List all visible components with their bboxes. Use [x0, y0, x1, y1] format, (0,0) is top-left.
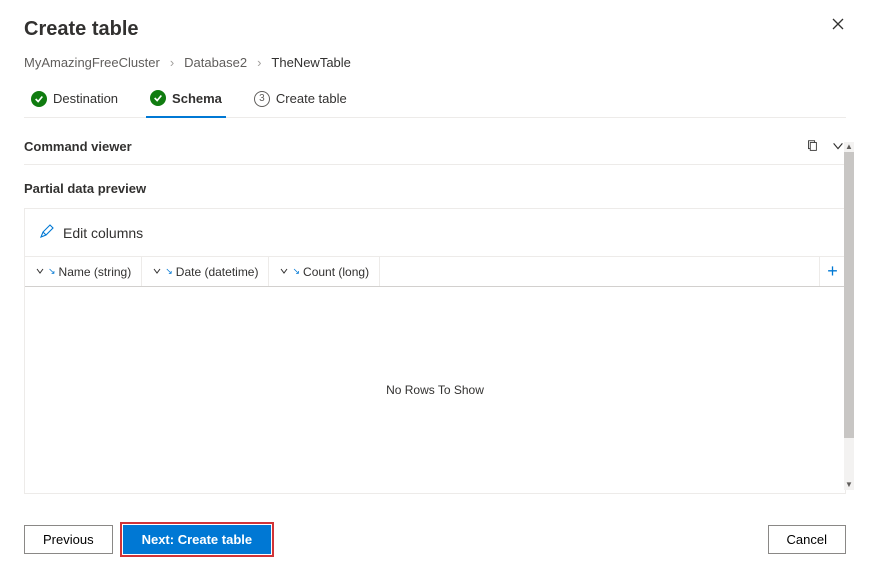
- sort-icon: ↘: [292, 266, 300, 277]
- content: Command viewer Partial data preview Edit…: [0, 124, 870, 494]
- copy-icon[interactable]: [804, 138, 820, 154]
- scroll-down-icon[interactable]: ▼: [844, 480, 854, 490]
- page-title: Create table: [24, 18, 846, 41]
- scrollbar-thumb[interactable]: [844, 152, 854, 438]
- chevron-right-icon: ›: [170, 55, 174, 70]
- grid-header: ↘ Name (string) ↘ Date (datetime) ↘ Coun…: [25, 257, 845, 287]
- command-viewer-label: Command viewer: [24, 139, 132, 154]
- command-viewer: Command viewer: [24, 124, 846, 165]
- chevron-down-icon: [152, 265, 162, 279]
- column-label: Count (long): [303, 265, 369, 279]
- column-label: Name (string): [59, 265, 132, 279]
- step-label: Create table: [276, 91, 347, 106]
- column-header[interactable]: ↘ Name (string): [25, 257, 142, 286]
- breadcrumb: MyAmazingFreeCluster › Database2 › TheNe…: [24, 55, 846, 70]
- check-icon: [150, 90, 166, 106]
- wizard-steps: Destination Schema 3 Create table: [24, 84, 846, 118]
- chevron-down-icon: [279, 265, 289, 279]
- chevron-down-icon: [35, 265, 45, 279]
- step-label: Schema: [172, 91, 222, 106]
- step-label: Destination: [53, 91, 118, 106]
- footer: Previous Next: Create table Cancel: [0, 510, 870, 568]
- step-destination[interactable]: Destination: [27, 85, 122, 117]
- check-icon: [31, 91, 47, 107]
- edit-columns-button[interactable]: Edit columns: [24, 208, 846, 257]
- add-column-button[interactable]: +: [819, 257, 845, 286]
- data-grid: ↘ Name (string) ↘ Date (datetime) ↘ Coun…: [24, 257, 846, 494]
- next-create-table-button[interactable]: Next: Create table: [123, 525, 272, 554]
- pencil-icon: [39, 223, 55, 242]
- step-schema[interactable]: Schema: [146, 84, 226, 118]
- previous-button[interactable]: Previous: [24, 525, 113, 554]
- chevron-right-icon: ›: [257, 55, 261, 70]
- step-number-icon: 3: [254, 91, 270, 107]
- close-icon[interactable]: [830, 16, 848, 34]
- partial-data-preview-heading: Partial data preview: [24, 181, 846, 196]
- column-header[interactable]: ↘ Count (long): [269, 257, 380, 286]
- scroll-up-icon[interactable]: ▲: [844, 142, 854, 152]
- breadcrumb-item[interactable]: Database2: [184, 55, 247, 70]
- step-create-table[interactable]: 3 Create table: [250, 85, 351, 117]
- sort-icon: ↘: [165, 266, 173, 277]
- breadcrumb-item: TheNewTable: [271, 55, 351, 70]
- sort-icon: ↘: [48, 266, 56, 277]
- header: Create table MyAmazingFreeCluster › Data…: [0, 0, 870, 124]
- cancel-button[interactable]: Cancel: [768, 525, 846, 554]
- grid-empty-state: No Rows To Show: [25, 287, 845, 493]
- edit-columns-label: Edit columns: [63, 225, 143, 241]
- breadcrumb-item[interactable]: MyAmazingFreeCluster: [24, 55, 160, 70]
- column-label: Date (datetime): [176, 265, 259, 279]
- scrollbar[interactable]: ▲ ▼: [844, 142, 854, 490]
- column-header[interactable]: ↘ Date (datetime): [142, 257, 269, 286]
